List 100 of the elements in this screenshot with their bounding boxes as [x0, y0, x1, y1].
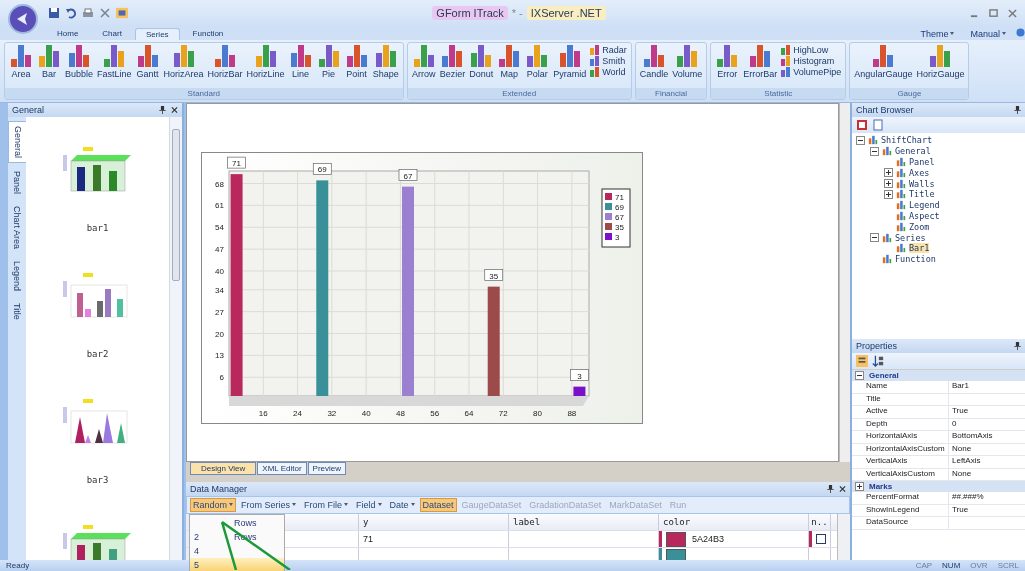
ribbon-tab[interactable]: Home — [46, 27, 90, 40]
side-tab[interactable]: Title — [8, 299, 26, 324]
ribbon-button[interactable]: Bar — [35, 45, 63, 79]
property-value[interactable]: 0 — [949, 418, 957, 430]
menu-item[interactable]: 5 — [190, 558, 284, 571]
ribbon-button[interactable]: Pie — [314, 45, 343, 79]
view-tab[interactable]: Preview — [307, 462, 347, 475]
ribbon-button[interactable]: Line — [286, 45, 315, 79]
ribbon-button[interactable]: Smith — [588, 56, 629, 66]
scrollbar[interactable] — [839, 103, 850, 462]
menu-item[interactable]: 4 — [190, 544, 284, 558]
color-swatch[interactable] — [666, 548, 686, 560]
ribbon-button[interactable]: HorizGauge — [914, 45, 967, 79]
close-icon[interactable] — [171, 106, 178, 114]
side-tab[interactable]: Legend — [8, 257, 26, 296]
expander-icon[interactable] — [884, 189, 893, 199]
checkbox[interactable] — [816, 534, 826, 544]
sort-icon[interactable] — [872, 355, 884, 367]
property-value[interactable]: LeftAxis — [949, 456, 981, 468]
ribbon-button[interactable]: Area — [7, 45, 35, 79]
undo-icon[interactable] — [65, 7, 77, 19]
menu-dropdown[interactable]: Manual — [964, 28, 1012, 40]
ribbon-button[interactable]: Histogram — [779, 56, 844, 66]
close-icon[interactable] — [1008, 8, 1017, 18]
ribbon-button[interactable]: HorizArea — [161, 45, 206, 79]
property-value[interactable]: BottomAxis — [949, 431, 993, 443]
view-tab[interactable]: XML Editor — [257, 462, 307, 475]
ribbon-button[interactable]: Error — [713, 45, 742, 79]
tree-item[interactable]: Function — [895, 254, 936, 265]
ribbon-button[interactable]: Arrow — [409, 45, 438, 79]
close-icon[interactable] — [839, 485, 846, 493]
ribbon-button[interactable]: VolumePipe — [779, 67, 844, 77]
pin-icon[interactable] — [827, 485, 834, 493]
tree-item[interactable]: Axes — [909, 167, 930, 178]
side-tab[interactable]: Chart Area — [8, 202, 26, 254]
scrollbar[interactable] — [169, 117, 182, 560]
ribbon-tab[interactable]: Function — [181, 27, 235, 40]
ribbon-tab[interactable]: Chart — [91, 27, 133, 40]
ribbon-button[interactable]: Volume — [670, 45, 705, 79]
tree-item[interactable]: Panel — [909, 157, 935, 167]
dropdown-button[interactable]: Date — [386, 498, 418, 512]
ribbon-tab[interactable]: Series — [134, 28, 180, 40]
dropdown-button[interactable]: Random — [190, 498, 237, 512]
pin-icon[interactable] — [1014, 342, 1021, 350]
expander-icon[interactable] — [884, 168, 893, 178]
ribbon-button[interactable]: Radar — [588, 45, 629, 55]
column-header[interactable]: label — [509, 514, 659, 530]
ribbon-button[interactable]: Pyramid — [551, 45, 589, 79]
pin-icon[interactable] — [159, 106, 166, 114]
view-tab[interactable]: Design View — [190, 462, 257, 475]
expander-icon[interactable] — [870, 233, 879, 243]
ribbon-button[interactable]: Bubble — [63, 45, 96, 79]
property-value[interactable]: None — [949, 443, 972, 455]
column-header[interactable]: n.. — [809, 514, 831, 530]
maximize-icon[interactable] — [989, 8, 998, 18]
ribbon-button[interactable]: HighLow — [779, 45, 844, 55]
ribbon-button[interactable]: Map — [495, 45, 524, 79]
menu-item[interactable]: Rows — [190, 516, 284, 530]
tree-item[interactable]: Aspect — [909, 210, 940, 221]
ribbon-button[interactable]: FastLine — [95, 45, 134, 79]
ribbon-button[interactable]: Point — [342, 45, 371, 79]
chart-edit-icon[interactable] — [856, 119, 868, 131]
dropdown-button[interactable]: Field — [353, 498, 385, 512]
ribbon-button[interactable]: HorizBar — [205, 45, 245, 79]
ribbon-button[interactable]: World — [588, 67, 629, 77]
ribbon-button[interactable]: Shape — [370, 45, 401, 79]
property-value[interactable]: None — [949, 468, 972, 480]
side-tab[interactable]: Panel — [8, 167, 26, 199]
column-header[interactable]: y — [359, 514, 509, 530]
property-value[interactable]: ##.###% — [949, 492, 984, 504]
menu-dropdown[interactable]: Theme — [914, 28, 961, 40]
chart-thumbnail[interactable] — [62, 147, 133, 195]
ribbon-button[interactable]: ErrorBar — [741, 45, 780, 79]
tree-item[interactable]: Bar1 — [909, 243, 930, 254]
property-value[interactable]: True — [949, 406, 969, 418]
expander-icon[interactable] — [870, 146, 879, 156]
pin-icon[interactable] — [1014, 106, 1021, 114]
printer-icon[interactable] — [82, 7, 94, 19]
toolbar-button[interactable]: Dataset — [419, 498, 457, 512]
window-icon[interactable] — [116, 7, 128, 19]
ribbon-button[interactable]: Gantt — [133, 45, 162, 79]
ribbon-button[interactable]: AngularGauge — [852, 45, 915, 79]
expander-icon[interactable] — [884, 179, 893, 189]
color-swatch[interactable] — [666, 531, 686, 547]
app-orb-icon[interactable] — [8, 4, 38, 34]
dropdown-button[interactable]: From File — [301, 498, 352, 512]
scrollbar[interactable] — [837, 514, 850, 560]
dropdown-button[interactable]: From Series — [238, 498, 300, 512]
ribbon-button[interactable]: HorizLine — [244, 45, 287, 79]
ribbon-button[interactable]: Bezier — [437, 45, 468, 79]
ribbon-button[interactable]: Donut — [467, 45, 496, 79]
tree-item[interactable]: Series — [895, 232, 926, 243]
ribbon-button[interactable]: Polar — [523, 45, 552, 79]
tree-item[interactable]: Walls — [909, 178, 935, 189]
tree-item[interactable]: Title — [909, 189, 935, 200]
column-header[interactable]: color — [659, 514, 809, 530]
property-value[interactable]: True — [949, 504, 969, 516]
expander-icon[interactable] — [855, 371, 864, 380]
expander-icon[interactable] — [855, 482, 864, 491]
ribbon-button[interactable]: Candle — [637, 45, 671, 79]
